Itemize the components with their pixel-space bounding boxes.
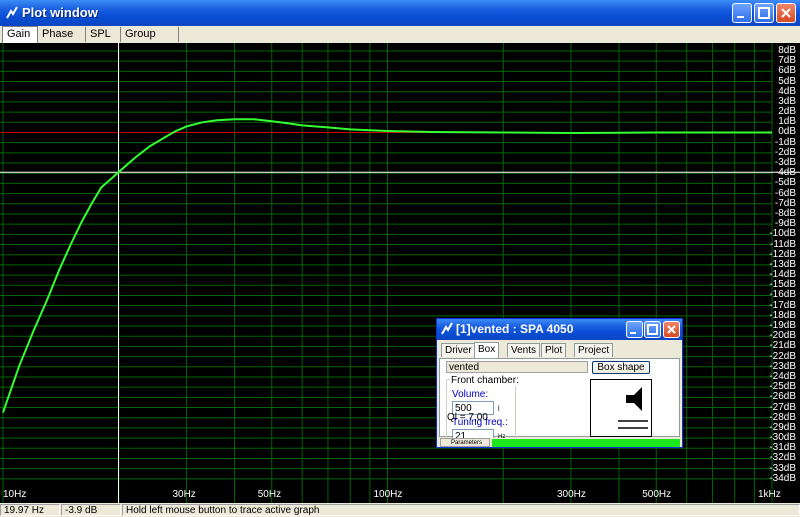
x-tick-label: 500Hz: [642, 489, 672, 500]
volume-unit: l: [498, 406, 500, 413]
minimize-icon: [737, 16, 744, 18]
plot-tab-bar: Gain Phase plot SPL Group delay: [0, 26, 800, 55]
box-shape-preview: [590, 379, 652, 437]
box-dialog: [1]vented : SPA 4050 Driver Box Vents Pl…: [436, 318, 683, 448]
close-icon: [781, 8, 791, 18]
dialog-status-bar: Parameters: [438, 438, 681, 447]
box-tab-panel: vented Box shape Front chamber: Volume: …: [439, 358, 680, 445]
status-gain: -3.9 dB: [61, 504, 121, 516]
close-icon: [667, 325, 676, 334]
dialog-minimize-button[interactable]: [626, 321, 643, 338]
dialog-tabs: Driver Box Vents Plot Project: [439, 342, 680, 358]
progress-bar: [492, 439, 680, 447]
y-tick-label: -5dB: [774, 177, 796, 189]
y-tick-label: -32dB: [769, 452, 796, 464]
status-bar: 19.97 Hz -3.9 dB Hold left mouse button …: [0, 503, 800, 517]
tab-phase-plot[interactable]: Phase plot: [38, 27, 86, 55]
tab-box[interactable]: Box: [474, 342, 500, 358]
tab-vents[interactable]: Vents: [507, 343, 541, 357]
app-icon: [6, 6, 18, 19]
x-tick-label: 300Hz: [556, 489, 586, 500]
tab-spl[interactable]: SPL: [86, 27, 121, 42]
close-button[interactable]: [776, 3, 796, 23]
y-tick-label: -16dB: [769, 289, 796, 301]
tab-gain[interactable]: Gain: [2, 26, 38, 43]
y-tick-label: -34dB: [769, 472, 796, 484]
y-tick-label: -10dB: [769, 228, 796, 240]
maximize-icon: [758, 7, 770, 19]
tab-group-delay[interactable]: Group delay: [121, 27, 179, 55]
window-title: Plot window: [22, 5, 98, 20]
x-tick-label: 10Hz: [3, 489, 27, 500]
tab-plot[interactable]: Plot: [541, 343, 567, 357]
tab-driver[interactable]: Driver: [441, 343, 476, 357]
status-hint: Hold left mouse button to trace active g…: [122, 504, 800, 516]
y-tick-label: 0dB: [778, 126, 796, 138]
x-tick-label: 100Hz: [373, 489, 403, 500]
y-tick-label: -26dB: [769, 391, 796, 403]
dialog-title: [1]vented : SPA 4050: [456, 322, 574, 336]
maximize-icon: [647, 324, 658, 335]
y-tick-label: -21dB: [769, 340, 796, 352]
title-bar: Plot window: [0, 0, 800, 26]
minimize-button[interactable]: [732, 3, 752, 23]
maximize-button[interactable]: [754, 3, 774, 23]
status-frequency: 19.97 Hz: [0, 504, 60, 516]
parameters-label: Parameters: [440, 438, 490, 447]
ql-value: Ql = 7,00: [447, 412, 488, 423]
dialog-title-bar: [1]vented : SPA 4050: [437, 319, 682, 340]
x-tick-label: 30Hz: [172, 489, 196, 500]
box-type-field[interactable]: vented: [446, 361, 588, 373]
dialog-close-button[interactable]: [663, 321, 680, 338]
tab-project[interactable]: Project: [574, 343, 614, 357]
x-tick-label: 1kHz: [758, 489, 781, 500]
dialog-maximize-button[interactable]: [644, 321, 661, 338]
x-tick-label: 50Hz: [257, 489, 282, 500]
front-chamber-label: Front chamber:: [450, 375, 520, 386]
y-tick-label: 6dB: [778, 65, 796, 77]
minimize-icon: [630, 332, 636, 334]
box-shape-button[interactable]: Box shape: [592, 361, 650, 374]
volume-label: Volume:: [452, 389, 489, 400]
y-tick-label: -27dB: [769, 401, 796, 413]
app-icon: [441, 322, 453, 335]
